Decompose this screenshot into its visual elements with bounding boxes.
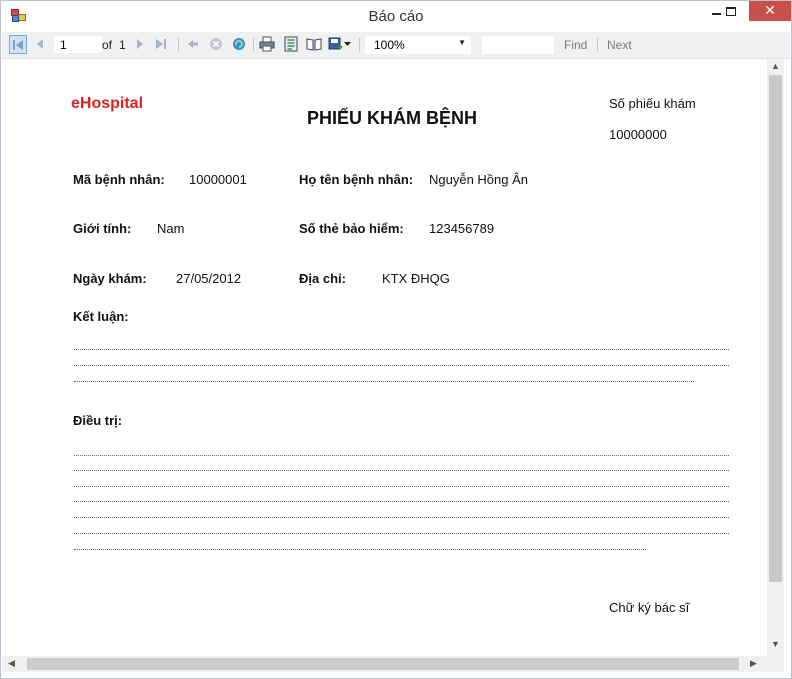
insurance-value: 123456789 xyxy=(429,221,495,236)
treatment-line xyxy=(74,533,729,534)
last-page-icon[interactable] xyxy=(153,36,169,52)
window-title: Báo cáo xyxy=(368,8,424,25)
page-setup-icon[interactable] xyxy=(306,36,322,52)
conclusion-line xyxy=(74,365,729,366)
treatment-line xyxy=(74,517,729,518)
patient-name-label: Họ tên bệnh nhân: xyxy=(299,172,414,187)
total-pages: 1 xyxy=(119,38,126,52)
vertical-scroll-thumb[interactable] xyxy=(769,75,782,582)
print-layout-icon[interactable] xyxy=(283,36,299,52)
address-value: KTX ĐHQG xyxy=(382,271,450,286)
close-icon: ✕ xyxy=(764,3,776,19)
patient-name-value: Nguyễn Hồng Ân xyxy=(429,172,529,187)
maximize-button[interactable] xyxy=(717,1,745,23)
insurance-label: Số thẻ bảo hiểm: xyxy=(299,221,404,236)
dropdown-arrow-icon[interactable] xyxy=(342,36,352,52)
exam-date-label: Ngày khám: xyxy=(73,271,147,286)
exam-date-value: 27/05/2012 xyxy=(176,271,242,286)
close-button[interactable]: ✕ xyxy=(749,1,791,21)
treatment-line xyxy=(74,501,729,502)
zoom-value: 100% xyxy=(374,38,405,52)
previous-page-icon[interactable] xyxy=(32,36,48,52)
horizontal-scroll-thumb[interactable] xyxy=(27,658,739,670)
first-page-icon[interactable] xyxy=(9,35,27,54)
stop-icon[interactable] xyxy=(208,36,224,52)
of-label: of xyxy=(102,38,113,52)
treatment-line xyxy=(74,470,729,471)
conclusion-label: Kết luận: xyxy=(73,309,129,324)
find-button[interactable]: Find xyxy=(564,38,587,52)
refresh-icon[interactable] xyxy=(231,36,247,52)
back-icon[interactable] xyxy=(185,36,201,52)
treatment-line xyxy=(74,455,729,456)
next-button[interactable]: Next xyxy=(607,38,632,52)
report-window: Báo cáo ✕ of 1 xyxy=(0,0,792,679)
vertical-scrollbar[interactable]: ▲ ▼ xyxy=(767,59,784,656)
patient-id-value: 10000001 xyxy=(189,172,247,187)
next-page-icon[interactable] xyxy=(132,36,148,52)
report-viewer: eHospital PHIẾU KHÁM BỆNH Số phiếu khám … xyxy=(2,59,767,656)
treatment-label: Điều trị: xyxy=(73,413,123,428)
conclusion-line xyxy=(74,349,729,350)
form-number-label: Số phiếu khám xyxy=(609,96,696,111)
scroll-down-icon[interactable]: ▼ xyxy=(767,639,784,653)
treatment-line xyxy=(74,549,646,550)
report-title: PHIẾU KHÁM BỆNH xyxy=(307,108,478,128)
scroll-corner xyxy=(767,656,784,672)
gender-value: Nam xyxy=(157,221,185,236)
doctor-signature-label: Chữ ký bác sĩ xyxy=(609,600,690,615)
report-toolbar: of 1 xyxy=(2,32,790,59)
find-input[interactable] xyxy=(482,36,554,54)
form-number-value: 10000000 xyxy=(609,127,667,142)
treatment-line xyxy=(74,486,729,487)
print-icon[interactable] xyxy=(259,36,275,52)
scroll-left-icon[interactable]: ◀ xyxy=(8,658,15,669)
address-label: Địa chỉ: xyxy=(299,271,346,286)
conclusion-line xyxy=(74,381,694,382)
scroll-right-icon[interactable]: ▶ xyxy=(750,658,757,669)
patient-id-label: Mã bệnh nhân: xyxy=(73,172,165,187)
scroll-up-icon[interactable]: ▲ xyxy=(767,61,784,75)
chevron-down-icon: ▼ xyxy=(458,38,466,47)
zoom-select[interactable]: 100% ▼ xyxy=(365,36,471,54)
horizontal-scrollbar[interactable]: ◀ ▶ xyxy=(2,656,767,672)
gender-label: Giới tính: xyxy=(73,221,132,236)
title-bar: Báo cáo ✕ xyxy=(1,1,791,31)
hospital-name: eHospital xyxy=(71,95,144,112)
page-number-input[interactable] xyxy=(54,36,102,53)
